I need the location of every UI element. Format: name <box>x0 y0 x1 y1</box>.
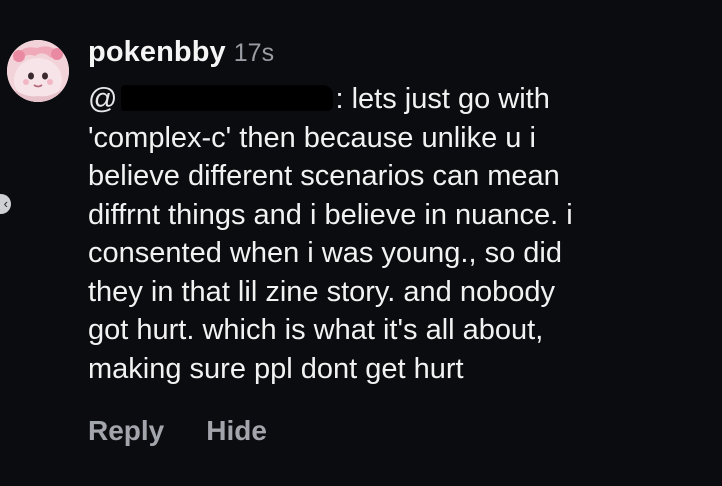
comment-line: believe different scenarios can mean <box>88 160 560 192</box>
comment-screen: ‹ pokenbby 17s @: lets just go with 'com… <box>0 0 722 486</box>
comment-line: consented when i was young., so did <box>88 237 562 269</box>
comment-line: got hurt. which is what it's all about, <box>88 314 544 346</box>
comment-header: pokenbby 17s <box>88 36 716 78</box>
username[interactable]: pokenbby <box>88 36 226 69</box>
reply-button[interactable]: Reply <box>88 415 164 447</box>
mention-at: @ <box>88 83 118 115</box>
comment-actions: Reply Hide <box>88 415 267 447</box>
comment-line: they in that lil zine story. and nobody <box>88 275 555 308</box>
chevron-left-icon[interactable]: ‹ <box>0 194 11 214</box>
comment-text: lets just go with <box>351 83 550 115</box>
mention[interactable]: @: <box>88 80 344 119</box>
comment-line: @: lets just go with <box>88 80 714 119</box>
comment: pokenbby 17s @: lets just go with 'compl… <box>88 36 716 388</box>
comment-body: @: lets just go with 'complex-c' then be… <box>88 80 714 388</box>
comment-line: diffrnt things and i believe in nuance. … <box>88 198 573 231</box>
avatar-image <box>7 40 69 102</box>
redaction-mark <box>121 85 334 111</box>
mention-colon: : <box>335 83 344 115</box>
timestamp: 17s <box>233 39 275 67</box>
comment-line: 'complex-c' then because unlike u i <box>88 121 536 154</box>
hide-button[interactable]: Hide <box>206 415 267 447</box>
comment-line: making sure ppl dont get hurt <box>88 352 464 385</box>
avatar[interactable] <box>7 40 69 102</box>
